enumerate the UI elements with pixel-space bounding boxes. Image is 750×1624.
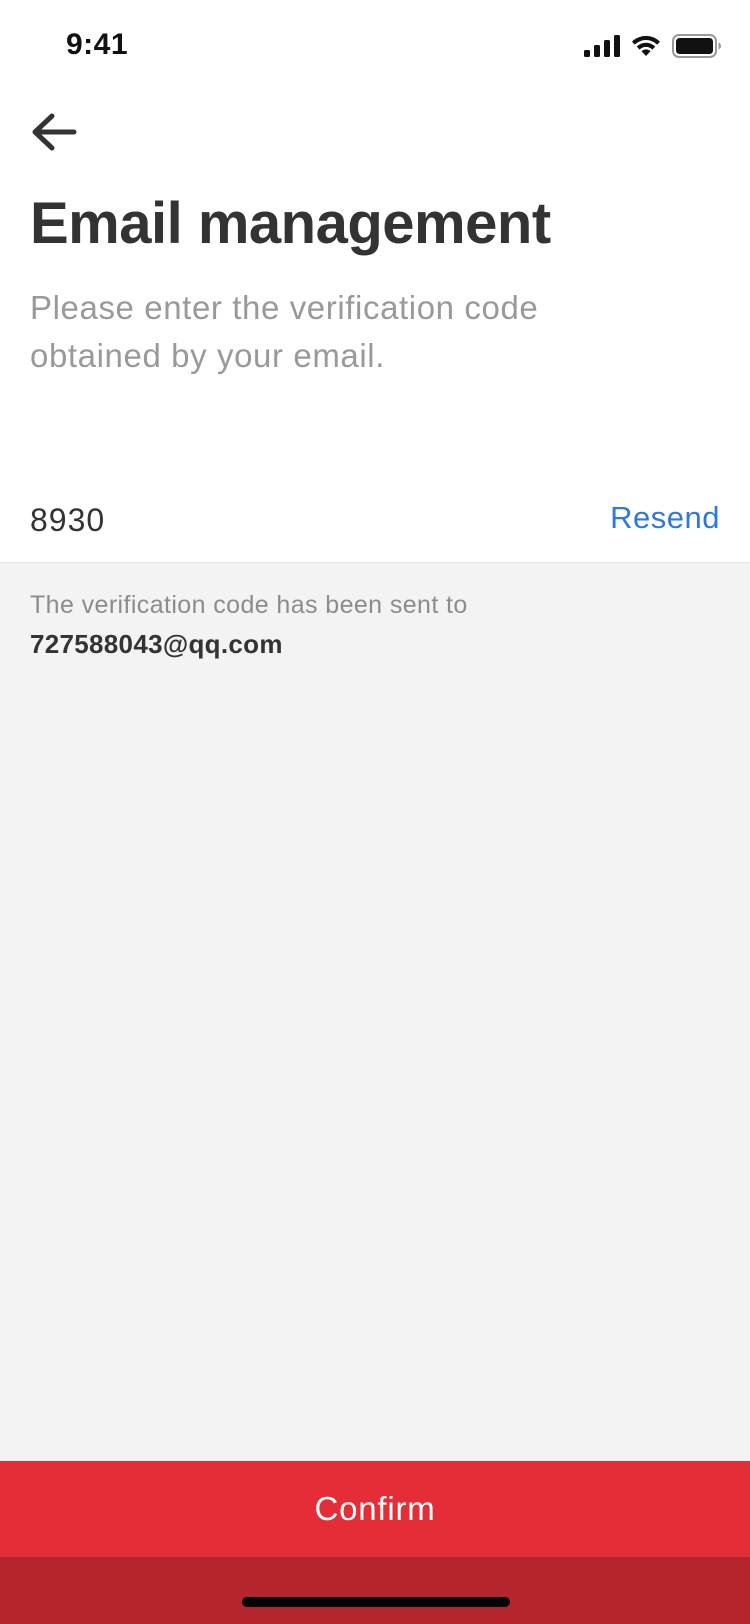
arrow-left-icon [32, 113, 77, 151]
battery-icon [672, 34, 721, 58]
wifi-icon [632, 35, 660, 56]
home-indicator-area [0, 1557, 750, 1624]
page-title: Email management [30, 191, 551, 256]
email-management-screen: 9:41 Email management Please enter the v… [0, 0, 750, 1624]
resend-button[interactable]: Resend [610, 500, 720, 536]
page-subtitle: Please enter the verification code obtai… [30, 289, 539, 374]
back-button[interactable] [26, 104, 82, 160]
verification-code-input[interactable] [30, 500, 550, 540]
status-bar: 9:41 [0, 0, 750, 94]
status-time: 9:41 [66, 28, 129, 61]
cellular-signal-icon [584, 35, 620, 57]
code-sent-message: The verification code has been sent to [30, 591, 468, 619]
confirm-button[interactable]: Confirm [0, 1461, 750, 1557]
info-area: The verification code has been sent to 7… [0, 563, 750, 1461]
verification-code-row: Resend [0, 480, 750, 563]
home-indicator[interactable] [242, 1597, 510, 1607]
recipient-email: 727588043@qq.com [30, 629, 283, 659]
status-icons [584, 32, 722, 60]
